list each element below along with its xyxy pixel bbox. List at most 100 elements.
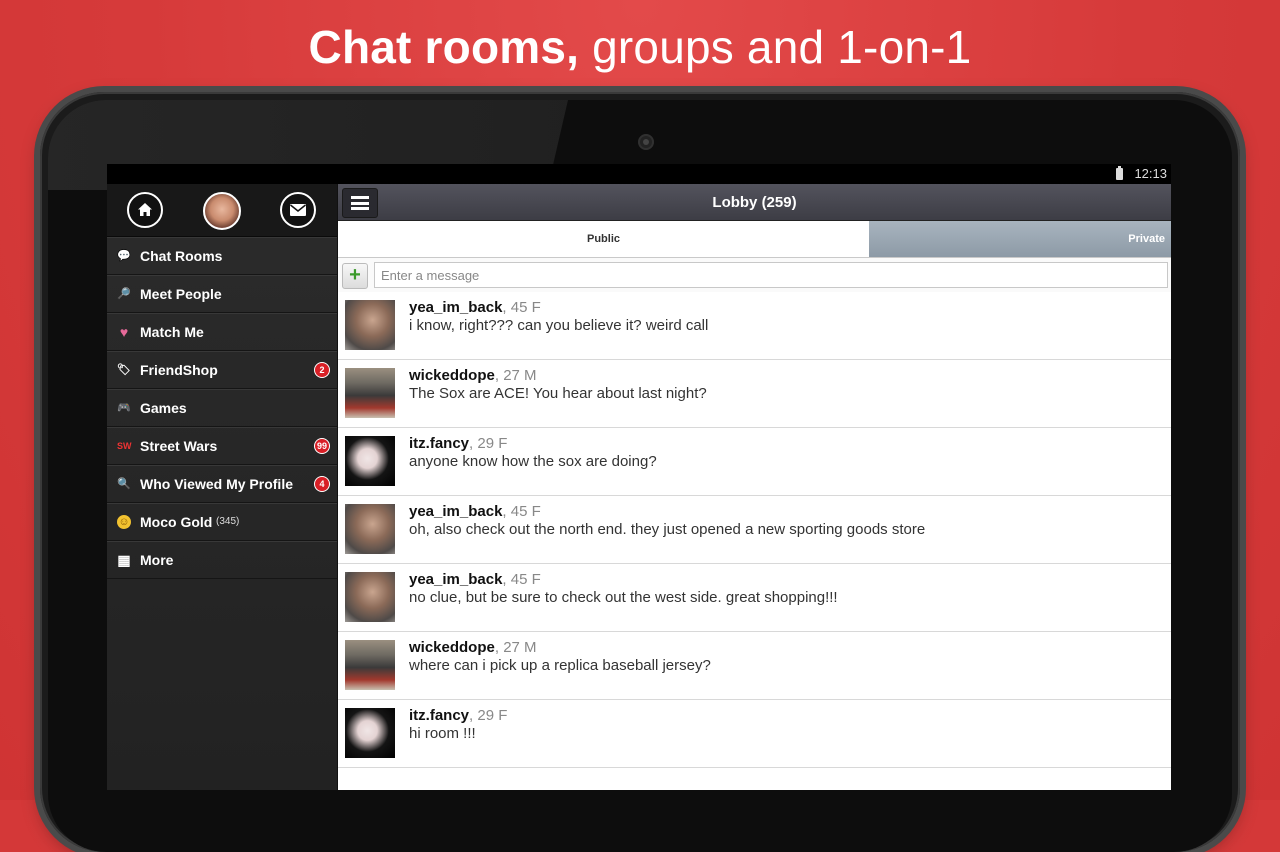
message-author[interactable]: itz.fancy, 29 F bbox=[409, 707, 507, 724]
message-author[interactable]: wickeddope, 27 M bbox=[409, 639, 537, 656]
notification-badge: 4 bbox=[315, 477, 329, 491]
sidebar-item-label: Chat Rooms bbox=[140, 248, 223, 264]
gold-balance: (345) bbox=[216, 516, 240, 527]
username: wickeddope bbox=[409, 367, 495, 384]
title-bar: Lobby (259) bbox=[338, 184, 1171, 221]
sidebar-item-label: Street Wars bbox=[140, 438, 218, 454]
message-text: oh, also check out the north end. they j… bbox=[409, 521, 926, 538]
tab-bar: Public Private bbox=[338, 221, 1171, 258]
notification-badge: 2 bbox=[315, 363, 329, 377]
message-text: hi room !!! bbox=[409, 725, 476, 742]
sidebar-item-label: Games bbox=[140, 400, 187, 416]
sw-logo-icon: SW bbox=[117, 441, 132, 451]
sidebar: 💬 Chat Rooms 🔎 Meet People ♥ Match Me 🏷 FriendS… bbox=[107, 184, 338, 790]
sidebar-item-meet-people[interactable]: 🔎 Meet People bbox=[107, 275, 337, 313]
message-row[interactable]: itz.fancy, 29 Fanyone know how the sox a… bbox=[338, 428, 1171, 496]
gold-coin-icon: ☺ bbox=[117, 515, 131, 529]
viewer-icon: 🔍 bbox=[117, 478, 131, 490]
status-time: 12:13 bbox=[1134, 166, 1167, 181]
camera-icon bbox=[638, 134, 654, 150]
message-text: where can i pick up a replica baseball j… bbox=[409, 657, 711, 674]
profile-avatar[interactable] bbox=[203, 192, 241, 230]
sidebar-item-label: Match Me bbox=[140, 324, 204, 340]
status-bar: 12:13 bbox=[107, 164, 1171, 184]
user-avatar[interactable] bbox=[345, 504, 395, 554]
sidebar-header bbox=[107, 184, 337, 237]
message-list: yea_im_back, 45 Fi know, right??? can yo… bbox=[338, 292, 1171, 768]
screen: 12:13 💬 Chat Rooms 🔎 Meet People ♥ Match Me 🏷 F… bbox=[107, 164, 1171, 790]
gamepad-icon: 🎮 bbox=[117, 402, 131, 414]
user-age-gender: , 45 F bbox=[502, 503, 541, 520]
tab-private-label: Private bbox=[1128, 233, 1165, 245]
user-avatar[interactable] bbox=[345, 708, 395, 758]
user-age-gender: , 27 M bbox=[494, 639, 537, 656]
message-author[interactable]: yea_im_back, 45 F bbox=[409, 571, 541, 588]
headline: Chat rooms, groups and 1-on-1 bbox=[0, 20, 1280, 74]
message-row[interactable]: itz.fancy, 29 Fhi room !!! bbox=[338, 700, 1171, 768]
sidebar-item-who-viewed-my-profile[interactable]: 🔍 Who Viewed My Profile 4 bbox=[107, 465, 337, 503]
sidebar-item-street-wars[interactable]: SW Street Wars 99 bbox=[107, 427, 337, 465]
user-avatar[interactable] bbox=[345, 436, 395, 486]
sidebar-item-chat-rooms[interactable]: 💬 Chat Rooms bbox=[107, 237, 337, 275]
chat-panel: Lobby (259) Public Private + yea_im_back… bbox=[338, 184, 1171, 790]
username: itz.fancy bbox=[409, 435, 470, 452]
user-avatar[interactable] bbox=[345, 640, 395, 690]
message-text: i know, right??? can you believe it? wei… bbox=[409, 317, 709, 334]
username: yea_im_back bbox=[409, 299, 503, 316]
tab-private[interactable]: Private bbox=[869, 221, 1171, 257]
user-avatar[interactable] bbox=[345, 572, 395, 622]
username: wickeddope bbox=[409, 639, 495, 656]
headline-rest: groups and 1-on-1 bbox=[579, 21, 972, 73]
sidebar-item-label: FriendShop bbox=[140, 362, 218, 378]
sidebar-item-friendshop[interactable]: 🏷 FriendShop 2 bbox=[107, 351, 337, 389]
message-input[interactable] bbox=[374, 262, 1168, 288]
home-button[interactable] bbox=[127, 192, 163, 228]
home-icon bbox=[138, 203, 152, 216]
message-author[interactable]: yea_im_back, 45 F bbox=[409, 503, 541, 520]
messages-button[interactable] bbox=[280, 192, 316, 228]
message-author[interactable]: itz.fancy, 29 F bbox=[409, 435, 507, 452]
user-avatar[interactable] bbox=[345, 368, 395, 418]
sidebar-item-label: Who Viewed My Profile bbox=[140, 476, 293, 492]
sidebar-menu: 💬 Chat Rooms 🔎 Meet People ♥ Match Me 🏷 FriendS… bbox=[107, 237, 337, 579]
user-avatar[interactable] bbox=[345, 300, 395, 350]
message-row[interactable]: yea_im_back, 45 Fi know, right??? can yo… bbox=[338, 292, 1171, 360]
sidebar-item-moco-gold[interactable]: ☺ Moco Gold (345) bbox=[107, 503, 337, 541]
tab-public[interactable]: Public bbox=[338, 221, 869, 257]
message-text: no clue, but be sure to check out the we… bbox=[409, 589, 838, 606]
message-author[interactable]: wickeddope, 27 M bbox=[409, 367, 537, 384]
message-row[interactable]: wickeddope, 27 M The Sox are ACE! You hea… bbox=[338, 360, 1171, 428]
user-age-gender: , 27 M bbox=[494, 367, 537, 384]
sidebar-item-games[interactable]: 🎮 Games bbox=[107, 389, 337, 427]
user-age-gender: , 45 F bbox=[502, 299, 541, 316]
username: yea_im_back bbox=[409, 503, 503, 520]
message-row[interactable]: wickeddope, 27 Mwhere can i pick up a re… bbox=[338, 632, 1171, 700]
message-text: anyone know how the sox are doing? bbox=[409, 453, 657, 470]
sidebar-item-match-me[interactable]: ♥ Match Me bbox=[107, 313, 337, 351]
user-age-gender: , 29 F bbox=[469, 435, 508, 452]
sidebar-item-label: More bbox=[140, 552, 174, 568]
composer: + bbox=[338, 258, 1171, 293]
message-text: The Sox are ACE! You hear about last nig… bbox=[409, 385, 707, 402]
tag-icon: 🏷 bbox=[117, 364, 131, 376]
message-author[interactable]: yea_im_back, 45 F bbox=[409, 299, 541, 316]
headline-bold: Chat rooms, bbox=[308, 21, 580, 73]
notification-badge: 99 bbox=[315, 439, 329, 453]
battery-icon bbox=[1116, 166, 1123, 180]
sidebar-item-label: Moco Gold bbox=[140, 514, 213, 530]
user-age-gender: , 45 F bbox=[502, 571, 541, 588]
room-title: Lobby (259) bbox=[712, 194, 797, 211]
speech-bubble-icon: 💬 bbox=[117, 250, 131, 262]
username: yea_im_back bbox=[409, 571, 503, 588]
magnifier-icon: 🔎 bbox=[117, 288, 131, 300]
grid-icon: ▦ bbox=[117, 552, 131, 568]
username: itz.fancy bbox=[409, 707, 470, 724]
sidebar-item-more[interactable]: ▦ More bbox=[107, 541, 337, 579]
envelope-icon bbox=[290, 204, 306, 216]
sidebar-item-label: Meet People bbox=[140, 286, 222, 302]
message-row[interactable]: yea_im_back, 45 Foh, also check out the … bbox=[338, 496, 1171, 564]
message-row[interactable]: yea_im_back, 45 Fno clue, but be sure to… bbox=[338, 564, 1171, 632]
heart-icon: ♥ bbox=[119, 324, 129, 340]
user-age-gender: , 29 F bbox=[469, 707, 508, 724]
add-attachment-button[interactable]: + bbox=[342, 263, 368, 289]
